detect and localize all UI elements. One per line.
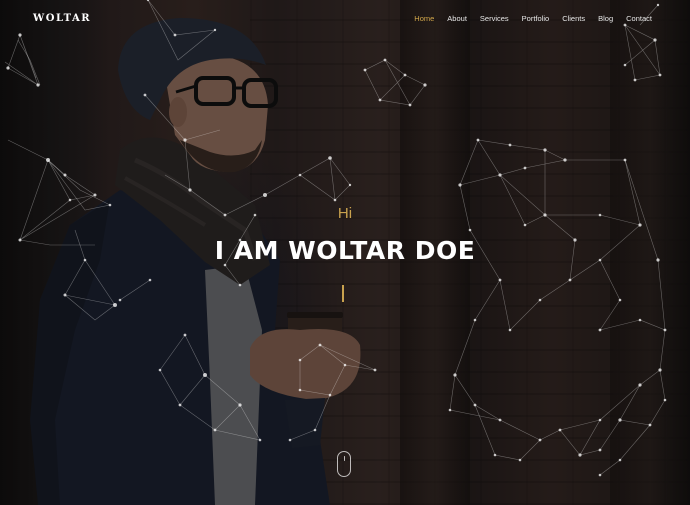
hero-headline: I AM WOLTAR DOE	[214, 236, 476, 265]
hero-section: Woltar Home About Services Portfolio Cli…	[0, 0, 690, 505]
mouse-wheel-icon	[343, 456, 345, 461]
nav-item-clients[interactable]: Clients	[562, 14, 585, 23]
top-navbar: Woltar Home About Services Portfolio Cli…	[0, 0, 690, 38]
brand-logo[interactable]: Woltar	[33, 13, 91, 24]
typing-cursor	[342, 285, 344, 302]
mouse-scroll-icon[interactable]	[337, 451, 351, 477]
nav-item-blog[interactable]: Blog	[598, 14, 613, 23]
nav-item-about[interactable]: About	[447, 14, 467, 23]
nav-item-services[interactable]: Services	[480, 14, 509, 23]
nav-item-home[interactable]: Home	[414, 14, 434, 23]
nav-item-portfolio[interactable]: Portfolio	[522, 14, 550, 23]
nav-item-contact[interactable]: Contact	[626, 14, 652, 23]
nav-menu: Home About Services Portfolio Clients Bl…	[401, 14, 652, 23]
hero-greeting: Hi	[337, 205, 353, 222]
